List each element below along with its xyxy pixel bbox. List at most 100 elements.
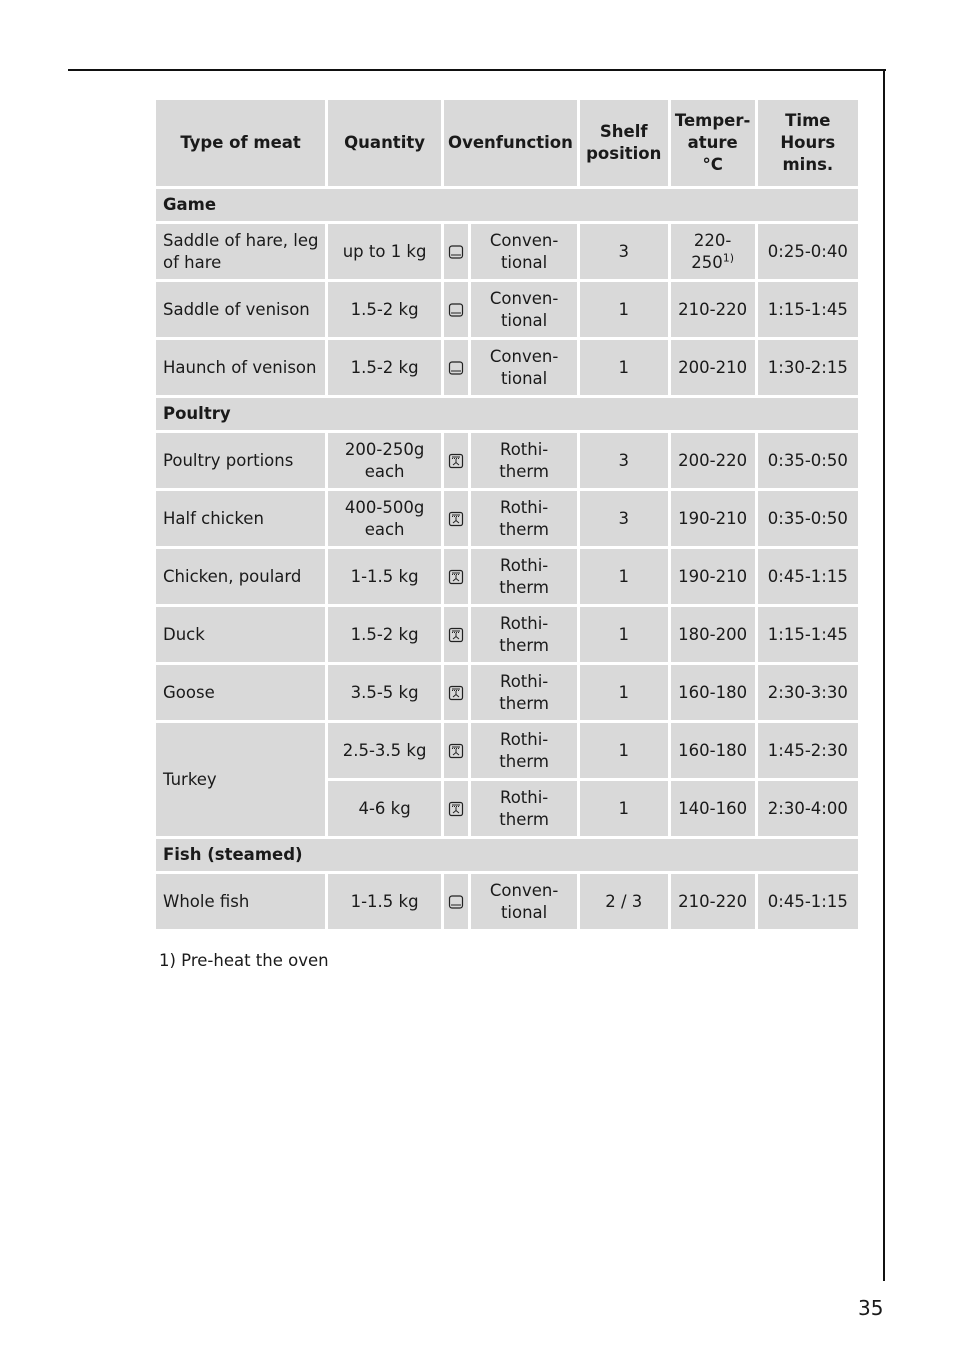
top-rule — [68, 69, 886, 71]
rotitherm-icon — [448, 509, 464, 528]
ovenfunction-icon-cell — [444, 549, 469, 604]
meat-cell: Chicken, poulard — [156, 549, 326, 604]
temperature-cell: 140-160 — [670, 781, 755, 836]
page-number: 35 — [858, 1296, 884, 1320]
quantity-cell: 1-1.5 kg — [328, 549, 442, 604]
ovenfunction-cell: Rothi-therm — [471, 781, 577, 836]
temperature-cell: 180-200 — [670, 607, 755, 662]
temperature-cell: 190-210 — [670, 549, 755, 604]
footnote-ref: 1) — [722, 251, 735, 264]
group-row: Game — [156, 189, 858, 221]
table-body: Game Saddle of hare, leg of hare up to 1 k… — [156, 189, 858, 929]
ovenfunction-cell: Rothi-therm — [471, 491, 577, 546]
ovenfunction-cell: Rothi-therm — [471, 433, 577, 488]
quantity-cell: 2.5-3.5 kg — [328, 723, 442, 778]
shelf-cell: 3 — [579, 224, 668, 279]
ovenfunction-icon-cell — [444, 874, 469, 929]
rotitherm-icon — [448, 741, 464, 760]
temperature-cell: 200-210 — [670, 340, 755, 395]
meat-cell: Goose — [156, 665, 326, 720]
temperature-cell: 160-180 — [670, 665, 755, 720]
table-row: Chicken, poulard 1-1.5 kg Rothi-therm 1 190-… — [156, 549, 858, 604]
header-type: Type of meat — [156, 100, 326, 186]
table-row: Half chicken 400-500g each Rothi-therm 3 190-… — [156, 491, 858, 546]
group-row: Poultry — [156, 398, 858, 430]
table-row: Goose 3.5-5 kg Rothi-therm 1 160-180 2:30-3:3… — [156, 665, 858, 720]
time-cell: 2:30-3:30 — [757, 665, 858, 720]
conventional-icon — [448, 892, 464, 911]
temperature-cell: 210-220 — [670, 874, 755, 929]
ovenfunction-icon-cell — [444, 723, 469, 778]
table-row: Haunch of venison 1.5-2 kg Conven-tional 1 2… — [156, 340, 858, 395]
header-ovenfunction: Ovenfunction — [444, 100, 577, 186]
header-quantity: Quantity — [328, 100, 442, 186]
ovenfunction-cell: Rothi-therm — [471, 607, 577, 662]
ovenfunction-cell: Conven-tional — [471, 282, 577, 337]
group-label: Fish (steamed) — [156, 839, 858, 871]
rotitherm-icon — [448, 567, 464, 586]
meat-cell: Duck — [156, 607, 326, 662]
conventional-icon — [448, 358, 464, 377]
right-rule — [883, 69, 885, 1281]
temperature-cell: 190-210 — [670, 491, 755, 546]
meat-cell: Half chicken — [156, 491, 326, 546]
ovenfunction-icon-cell — [444, 282, 469, 337]
quantity-cell: 200-250g each — [328, 433, 442, 488]
time-cell: 1:15-1:45 — [757, 607, 858, 662]
group-label: Poultry — [156, 398, 858, 430]
header-row: Type of meat Quantity Ovenfunction Shelf… — [156, 100, 858, 186]
ovenfunction-icon-cell — [444, 607, 469, 662]
rotitherm-icon — [448, 451, 464, 470]
table-row: Whole fish 1-1.5 kg Conven-tional 2 / 3 210-… — [156, 874, 858, 929]
ovenfunction-cell: Conven-tional — [471, 340, 577, 395]
meat-cell: Turkey — [156, 723, 326, 836]
meat-cell: Saddle of venison — [156, 282, 326, 337]
quantity-cell: 1-1.5 kg — [328, 874, 442, 929]
table-row: Poultry portions 200-250g each Rothi-therm 3… — [156, 433, 858, 488]
quantity-cell: 3.5-5 kg — [328, 665, 442, 720]
ovenfunction-icon-cell — [444, 340, 469, 395]
meat-cell: Haunch of venison — [156, 340, 326, 395]
quantity-cell: 4-6 kg — [328, 781, 442, 836]
shelf-cell: 1 — [579, 781, 668, 836]
table-row: Turkey 2.5-3.5 kg Rothi-therm 1 160-180 1:45-… — [156, 723, 858, 836]
quantity-cell: 1.5-2 kg — [328, 282, 442, 337]
time-cell: 1:45-2:30 — [757, 723, 858, 778]
shelf-cell: 3 — [579, 491, 668, 546]
time-cell: 0:25-0:40 — [757, 224, 858, 279]
time-cell: 2:30-4:00 — [757, 781, 858, 836]
ovenfunction-cell: Rothi-therm — [471, 549, 577, 604]
footnote: 1) Pre-heat the oven — [159, 951, 329, 970]
group-label: Game — [156, 189, 858, 221]
shelf-cell: 1 — [579, 607, 668, 662]
ovenfunction-cell: Rothi-therm — [471, 723, 577, 778]
header-time: Time Hours mins. — [757, 100, 858, 186]
rotitherm-icon — [448, 625, 464, 644]
time-cell: 0:35-0:50 — [757, 433, 858, 488]
shelf-cell: 1 — [579, 549, 668, 604]
time-cell: 0:45-1:15 — [757, 549, 858, 604]
temperature-cell: 160-180 — [670, 723, 755, 778]
roasting-table: Type of meat Quantity Ovenfunction Shelf… — [153, 97, 861, 932]
table-row: Saddle of venison 1.5-2 kg Conven-tional 1 2… — [156, 282, 858, 337]
ovenfunction-cell: Conven-tional — [471, 224, 577, 279]
shelf-cell: 1 — [579, 340, 668, 395]
rotitherm-icon — [448, 799, 464, 818]
temperature-cell: 200-220 — [670, 433, 755, 488]
conventional-icon — [448, 300, 464, 319]
quantity-cell: up to 1 kg — [328, 224, 442, 279]
ovenfunction-icon-cell — [444, 433, 469, 488]
meat-cell: Saddle of hare, leg of hare — [156, 224, 326, 279]
shelf-cell: 1 — [579, 665, 668, 720]
ovenfunction-icon-cell — [444, 781, 469, 836]
meat-cell: Whole fish — [156, 874, 326, 929]
shelf-cell: 1 — [579, 723, 668, 778]
ovenfunction-cell: Conven-tional — [471, 874, 577, 929]
quantity-cell: 1.5-2 kg — [328, 340, 442, 395]
shelf-cell: 3 — [579, 433, 668, 488]
header-shelf: Shelf position — [579, 100, 668, 186]
ovenfunction-icon-cell — [444, 665, 469, 720]
time-cell: 0:45-1:15 — [757, 874, 858, 929]
time-cell: 1:30-2:15 — [757, 340, 858, 395]
temperature-cell: 220- 2501) — [670, 224, 755, 279]
